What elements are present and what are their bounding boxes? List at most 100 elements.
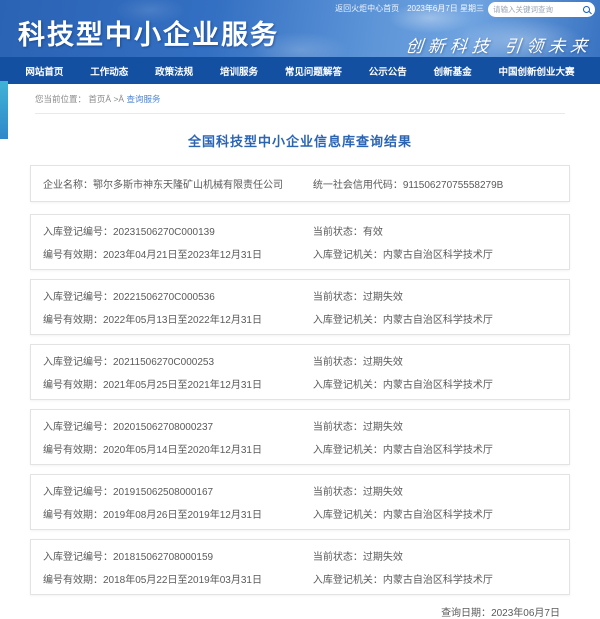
nav-item-policies[interactable]: 政策法规 [155,64,193,78]
credit-code-value: 91150627075558279B [403,180,503,191]
status: 当前状态：过期失效 [313,353,557,368]
nav-item-training[interactable]: 培训服务 [220,64,258,78]
company-name-value: 鄂尔多斯市神东天隆矿山机械有限责任公司 [93,180,283,191]
header-date: 2023年6月7日 星期三 [407,3,484,14]
validity-value: 2018年05月22日至2019年03月31日 [103,575,262,586]
reg-no-label: 入库登记编号： [43,357,113,368]
reg-no-value: 20221506270C000536 [113,292,215,303]
validity-label: 编号有效期： [43,250,103,261]
main-nav: 网站首页 工作动态 政策法规 培训服务 常见问题解答 公示公告 创新基金 中国创… [0,57,600,84]
status: 当前状态：有效 [313,223,557,238]
validity-value: 2021年05月25日至2021年12月31日 [103,380,262,391]
company-info-box: 企业名称：鄂尔多斯市神东天隆矿山机械有限责任公司 统一社会信用代码：911506… [30,165,570,202]
header-slogan: 创新科技 引领未来 [404,32,593,57]
nav-item-announcements[interactable]: 公示公告 [369,64,407,78]
validity: 编号有效期：2022年05月13日至2022年12月31日 [43,311,313,326]
authority-label: 入库登记机关： [313,575,383,586]
reg-no-label: 入库登记编号： [43,552,113,563]
nav-item-home[interactable]: 网站首页 [25,64,63,78]
record-card-2021: 入库登记编号：20211506270C000253 当前状态：过期失效 编号有效… [30,344,570,400]
record-card-2019: 入库登记编号：201915062508000167 当前状态：过期失效 编号有效… [30,474,570,530]
validity: 编号有效期：2019年08月26日至2019年12月31日 [43,506,313,521]
validity: 编号有效期：2023年04月21日至2023年12月31日 [43,246,313,261]
validity-value: 2019年08月26日至2019年12月31日 [103,510,262,521]
validity-label: 编号有效期： [43,315,103,326]
validity-label: 编号有效期： [43,380,103,391]
record-card-2022: 入库登记编号：20221506270C000536 当前状态：过期失效 编号有效… [30,279,570,335]
header-meta: 返回火炬中心首页 2023年6月7日 星期三 [335,3,484,14]
breadcrumb-current-link[interactable]: 查询服务 [126,94,160,104]
status-label: 当前状态： [313,487,363,498]
reg-no: 入库登记编号：20221506270C000536 [43,288,313,303]
site-header: 科技型中小企业服务 返回火炬中心首页 2023年6月7日 星期三 创新科技 引领… [0,0,600,57]
reg-no: 入库登记编号：201915062508000167 [43,483,313,498]
reg-no-value: 201815062708000159 [113,552,213,563]
breadcrumb: 您当前位置： 首页Â >Â 查询服务 [35,93,565,114]
status-value: 过期失效 [363,487,403,498]
reg-no-value: 20231506270C000139 [113,227,215,238]
header-search[interactable] [488,2,595,17]
validity: 编号有效期：2018年05月22日至2019年03月31日 [43,571,313,586]
record-card-2023: 入库登记编号：20231506270C000139 当前状态：有效 编号有效期：… [30,214,570,270]
reg-no: 入库登记编号：20211506270C000253 [43,353,313,368]
reg-no-value: 201915062508000167 [113,487,213,498]
page-title: 全国科技型中小企业信息库查询结果 [0,131,600,150]
reg-no-value: 20211506270C000253 [113,357,214,368]
authority: 入库登记机关：内蒙古自治区科学技术厅 [313,246,557,261]
breadcrumb-separator: >Â [113,94,124,104]
credit-code-label: 统一社会信用代码： [313,180,403,191]
status-value: 过期失效 [363,422,403,433]
validity: 编号有效期：2021年05月25日至2021年12月31日 [43,376,313,391]
reg-no: 入库登记编号：20231506270C000139 [43,223,313,238]
query-date-label: 查询日期： [441,608,491,619]
reg-no-label: 入库登记编号： [43,422,113,433]
authority-label: 入库登记机关： [313,510,383,521]
reg-no-label: 入库登记编号： [43,487,113,498]
reg-no-label: 入库登记编号： [43,227,113,238]
status-value: 过期失效 [363,292,403,303]
nav-item-work-news[interactable]: 工作动态 [90,64,128,78]
authority: 入库登记机关：内蒙古自治区科学技术厅 [313,571,557,586]
reg-no-value: 202015062708000237 [113,422,213,433]
page-content: 您当前位置： 首页Â >Â 查询服务 全国科技型中小企业信息库查询结果 企业名称… [0,93,600,619]
nav-item-competition[interactable]: 中国创新创业大赛 [499,64,575,78]
status: 当前状态：过期失效 [313,548,557,563]
validity-value: 2022年05月13日至2022年12月31日 [103,315,262,326]
status-label: 当前状态： [313,357,363,368]
validity: 编号有效期：2020年05月14日至2020年12月31日 [43,441,313,456]
authority: 入库登记机关：内蒙古自治区科学技术厅 [313,311,557,326]
status-label: 当前状态： [313,227,363,238]
validity-value: 2020年05月14日至2020年12月31日 [103,445,262,456]
status-value: 过期失效 [363,357,403,368]
validity-label: 编号有效期： [43,445,103,456]
reg-no-label: 入库登记编号： [43,292,113,303]
reg-no: 入库登记编号：201815062708000159 [43,548,313,563]
nav-item-innovation-fund[interactable]: 创新基金 [434,64,472,78]
authority: 入库登记机关：内蒙古自治区科学技术厅 [313,506,557,521]
search-input[interactable] [493,5,583,14]
status: 当前状态：过期失效 [313,288,557,303]
breadcrumb-label: 您当前位置： [35,94,86,104]
record-card-2018: 入库登记编号：201815062708000159 当前状态：过期失效 编号有效… [30,539,570,595]
left-accent-strip [0,81,8,139]
company-name: 企业名称：鄂尔多斯市神东天隆矿山机械有限责任公司 [43,176,313,191]
status: 当前状态：过期失效 [313,418,557,433]
status-label: 当前状态： [313,552,363,563]
search-icon[interactable] [583,6,590,13]
site-title: 科技型中小企业服务 [18,13,279,52]
authority: 入库登记机关：内蒙古自治区科学技术厅 [313,376,557,391]
reg-no: 入库登记编号：202015062708000237 [43,418,313,433]
status-label: 当前状态： [313,292,363,303]
status-value: 过期失效 [363,552,403,563]
record-card-2020: 入库登记编号：202015062708000237 当前状态：过期失效 编号有效… [30,409,570,465]
validity-label: 编号有效期： [43,510,103,521]
nav-item-faq[interactable]: 常见问题解答 [285,64,342,78]
authority-label: 入库登记机关： [313,380,383,391]
torch-center-link[interactable]: 返回火炬中心首页 [335,3,399,14]
breadcrumb-home-link[interactable]: 首页Â [88,94,111,104]
authority-value: 内蒙古自治区科学技术厅 [383,575,493,586]
authority: 入库登记机关：内蒙古自治区科学技术厅 [313,441,557,456]
authority-value: 内蒙古自治区科学技术厅 [383,250,493,261]
query-date-value: 2023年06月7日 [491,608,560,619]
validity-value: 2023年04月21日至2023年12月31日 [103,250,262,261]
